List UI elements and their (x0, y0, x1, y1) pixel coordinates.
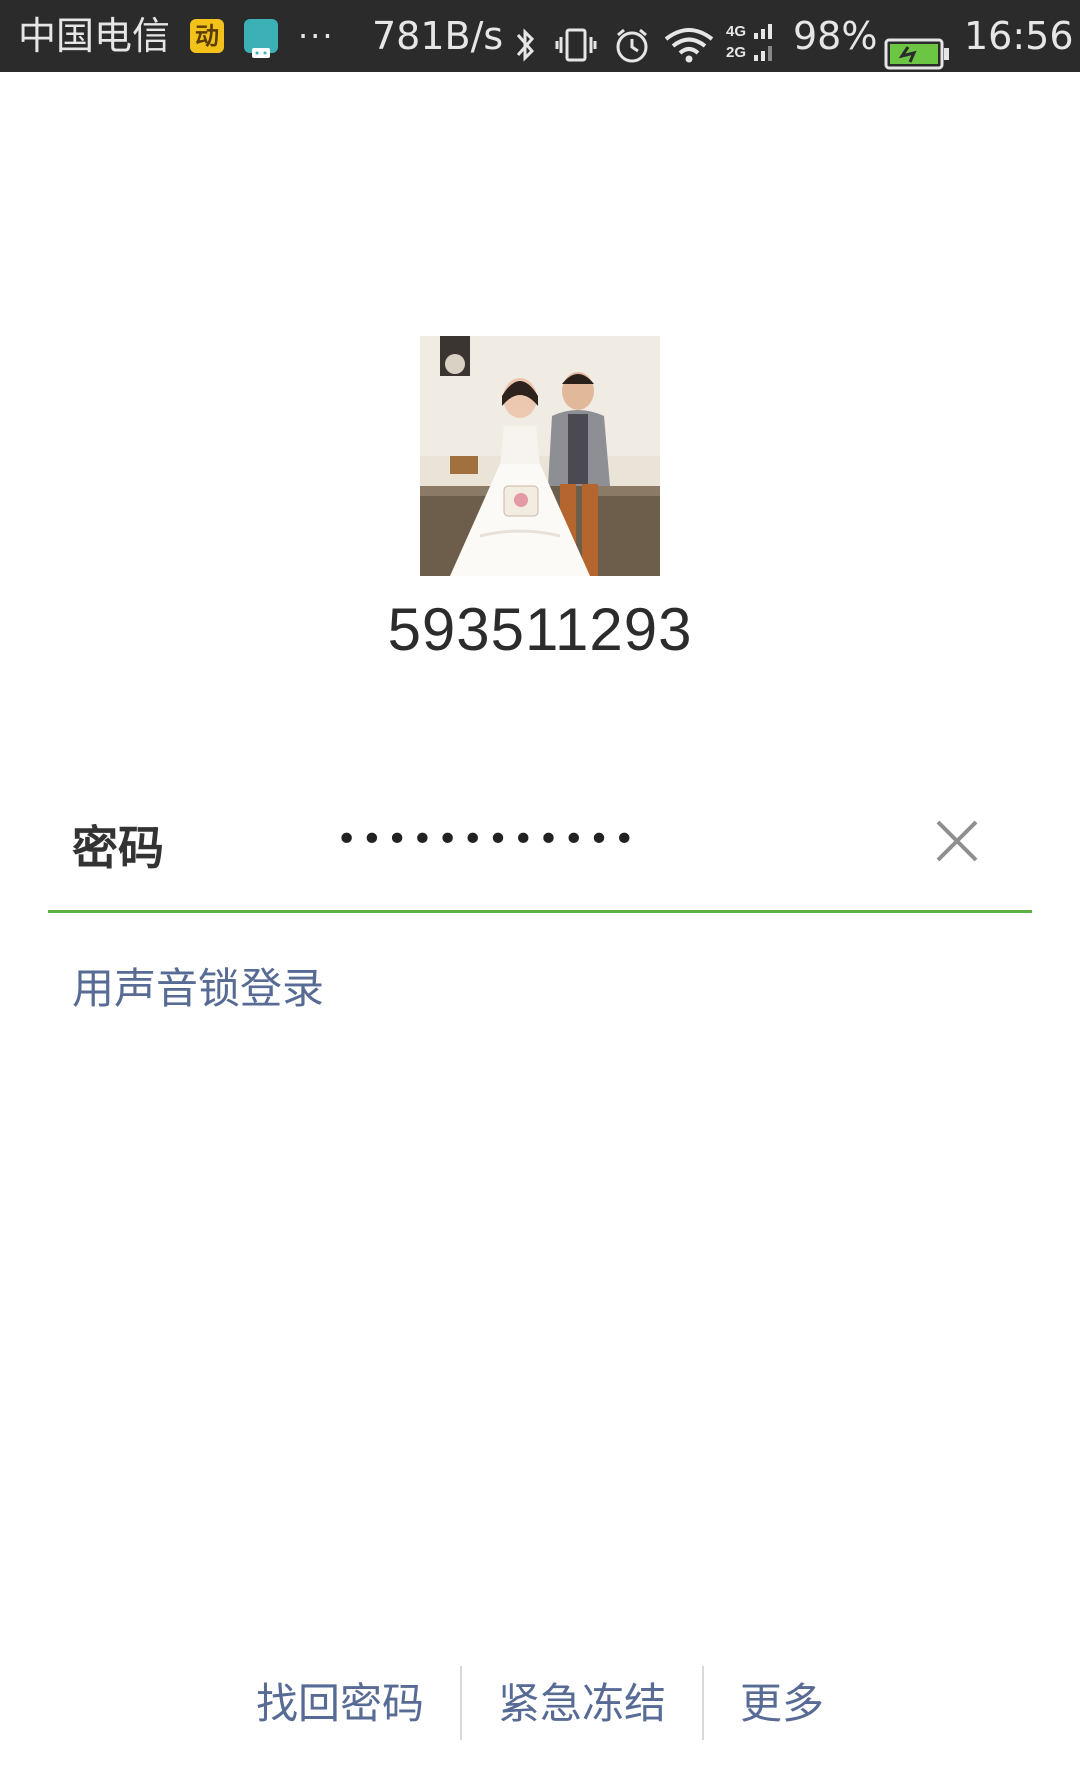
emergency-freeze-link[interactable]: 紧急冻结 (498, 1664, 666, 1744)
status-bar: 中国电信 动 ··· 781B/s 4G 2G 98% 16:56 (0, 0, 1080, 72)
more-link[interactable]: 更多 (740, 1664, 824, 1744)
clock: 16:56 (964, 14, 1074, 58)
wifi-icon (662, 16, 716, 63)
battery-percent: 98% (793, 14, 878, 58)
close-icon (936, 820, 978, 862)
bluetooth-icon (510, 16, 540, 62)
password-underline (48, 910, 1032, 913)
more-notifications-icon: ··· (298, 17, 335, 55)
avatar[interactable] (420, 336, 660, 576)
footer-links: 找回密码 紧急冻结 更多 (0, 1664, 1080, 1744)
account-number: 593511293 (387, 596, 693, 663)
carrier-label: 中国电信 (18, 14, 171, 58)
password-label: 密码 (72, 821, 164, 875)
svg-text:2G: 2G (726, 44, 746, 61)
alarm-icon (612, 16, 652, 63)
divider (702, 1666, 704, 1740)
login-screen: 中国电信 动 ··· 781B/s 4G 2G 98% 16:56 593511… (0, 0, 1080, 1774)
android-notification-icon (244, 19, 278, 58)
vibrate-icon (554, 16, 598, 62)
divider (460, 1666, 462, 1740)
net-speed: 781B/s (372, 14, 504, 58)
battery-icon (884, 21, 950, 70)
svg-text:4G: 4G (726, 23, 746, 40)
password-field[interactable] (336, 810, 896, 870)
clear-password-button[interactable] (932, 816, 982, 866)
signal-icon: 4G 2G (726, 16, 786, 61)
app-notification-icon: 动 (190, 19, 224, 53)
voice-lock-login-link[interactable]: 用声音锁登录 (72, 955, 324, 1016)
recover-password-link[interactable]: 找回密码 (256, 1664, 424, 1744)
